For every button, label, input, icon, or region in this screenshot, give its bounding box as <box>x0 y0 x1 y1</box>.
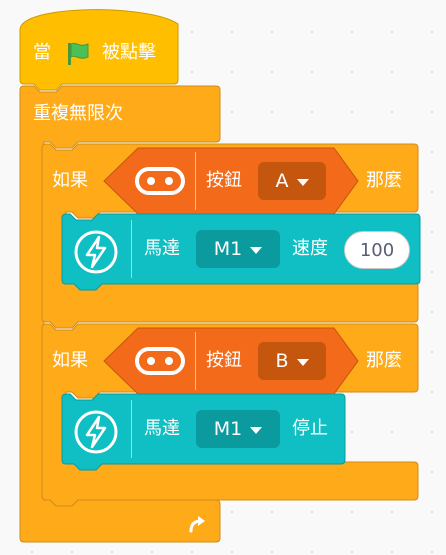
hat-clicked-label: 被點擊 <box>102 42 156 63</box>
motor-divider <box>131 220 132 278</box>
button-label: 按鈕 <box>206 350 242 371</box>
chevron-down-icon <box>250 246 263 254</box>
motor-port-value: M1 <box>213 238 243 260</box>
then-label: 那麼 <box>366 170 402 191</box>
motor-port-dropdown[interactable]: M1 <box>196 410 280 448</box>
button-b-value: B <box>275 350 289 372</box>
motor-port-dropdown[interactable]: M1 <box>196 230 280 268</box>
hat-when-label: 當 <box>33 42 51 63</box>
motor-label: 馬達 <box>144 238 180 259</box>
chevron-down-icon <box>296 358 309 366</box>
stop-label: 停止 <box>292 418 328 439</box>
motor-label: 馬達 <box>144 418 180 439</box>
microbit-icon <box>135 347 185 375</box>
button-a-value: A <box>275 170 289 192</box>
forever-label: 重複無限次 <box>33 103 123 124</box>
loop-arrow-icon <box>189 516 205 533</box>
chevron-down-icon <box>250 426 263 434</box>
lightning-icon <box>74 230 118 274</box>
chevron-down-icon <box>296 178 309 186</box>
lightning-icon <box>74 410 118 454</box>
speed-input[interactable]: 100 <box>344 231 410 269</box>
button-a-dropdown[interactable]: A <box>258 162 326 200</box>
if-label: 如果 <box>52 170 88 191</box>
if-label: 如果 <box>52 350 88 371</box>
motor-port-value: M1 <box>213 418 243 440</box>
speed-label: 速度 <box>292 238 328 259</box>
sensor-divider <box>195 332 196 390</box>
block-shapes <box>19 9 421 543</box>
then-label: 那麼 <box>366 350 402 371</box>
motor-divider <box>131 400 132 458</box>
green-flag-icon <box>68 42 89 65</box>
microbit-icon <box>135 167 185 195</box>
button-label: 按鈕 <box>206 170 242 191</box>
sensor-divider <box>195 152 196 210</box>
button-b-dropdown[interactable]: B <box>258 342 326 380</box>
